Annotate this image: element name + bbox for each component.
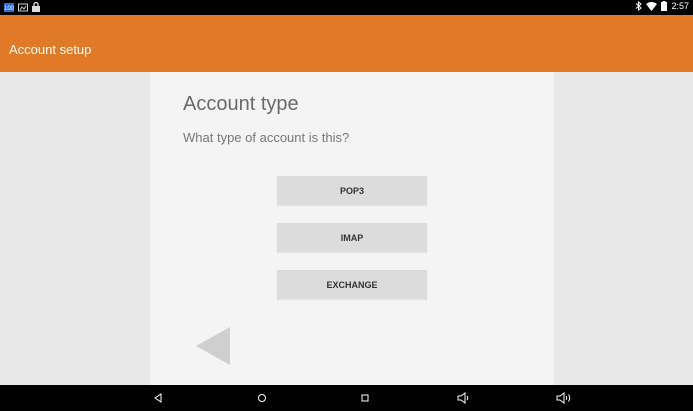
notification-100-icon: 100 xyxy=(4,2,14,12)
status-bar: 100 2:57 xyxy=(0,0,693,15)
battery-icon xyxy=(661,1,668,11)
lock-icon xyxy=(32,2,40,12)
back-arrow-icon[interactable] xyxy=(195,326,231,366)
nav-home-icon[interactable] xyxy=(255,391,269,405)
app-bar-title: Account setup xyxy=(9,42,92,57)
wifi-icon xyxy=(646,1,658,11)
imap-button[interactable]: IMAP xyxy=(277,223,427,252)
volume-up-icon[interactable] xyxy=(556,391,574,405)
pop3-button[interactable]: POP3 xyxy=(277,176,427,205)
account-type-question: What type of account is this? xyxy=(183,130,350,145)
status-time: 2:57 xyxy=(671,1,689,11)
navigation-bar xyxy=(0,385,693,411)
nav-back-icon[interactable] xyxy=(151,391,165,405)
app-bar: Account setup xyxy=(0,15,693,72)
nav-recents-icon[interactable] xyxy=(358,391,372,405)
bluetooth-icon xyxy=(636,1,643,11)
account-type-panel: Account type What type of account is thi… xyxy=(150,72,554,385)
exchange-button[interactable]: EXCHANGE xyxy=(277,270,427,299)
page-title: Account type xyxy=(183,93,299,115)
volume-down-icon[interactable] xyxy=(457,391,471,405)
image-icon xyxy=(18,3,28,11)
svg-text:100: 100 xyxy=(4,6,14,12)
